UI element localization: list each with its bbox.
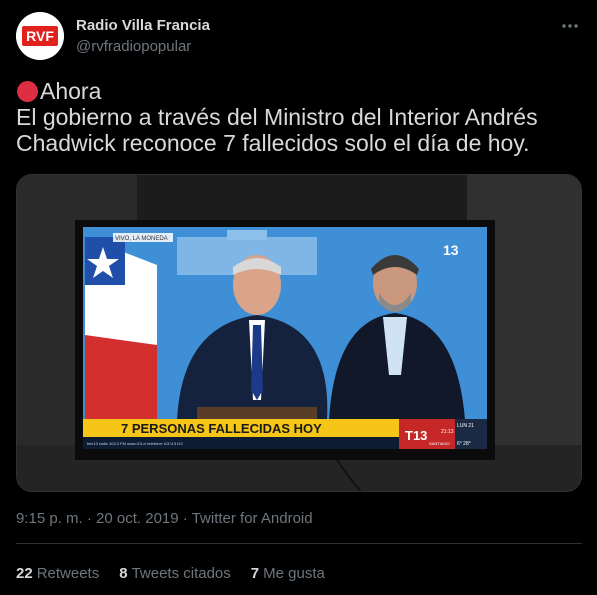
tweet-time[interactable]: 9:15 p. m. [16, 510, 83, 527]
tweet-date[interactable]: 20 oct. 2019 [96, 510, 179, 527]
likes-label: Me gusta [263, 564, 325, 582]
display-name[interactable]: Radio Villa Francia [76, 17, 210, 34]
meta-separator: · [182, 510, 188, 527]
quote-tweets-stat[interactable]: 8 Tweets citados [119, 565, 231, 582]
quotes-label: Tweets citados [131, 564, 231, 582]
city-text: SANTIAGO [429, 441, 450, 446]
network-logo: T13 [405, 428, 427, 443]
temperature-text: 6° 28° [457, 441, 471, 447]
more-options-button[interactable] [558, 14, 582, 38]
live-location-label: VIVO, LA MONEDA [115, 236, 168, 242]
tweet-header: RVF Radio Villa Francia @rvfradiopopular [16, 12, 582, 62]
user-handle[interactable]: @rvfradiopopular [76, 38, 191, 55]
tweet-text-line-1: Ahora [40, 78, 102, 104]
clock-text: 21:13 [441, 429, 454, 435]
retweets-label: Retweets [36, 564, 100, 582]
divider [16, 543, 582, 544]
tweet-media-photo[interactable]: VIVO, LA MONEDA 13 7 PERSONAS FALLECIDAS… [16, 174, 582, 492]
likes-count: 7 [250, 564, 260, 582]
tweet-text-line-3: Chadwick reconoce 7 fallecidos solo el d… [16, 130, 530, 156]
meta-separator: · [86, 510, 92, 527]
tweet-text-line-2: El gobierno a través del Ministro del In… [16, 104, 538, 130]
avatar-logo-text: RVF [26, 28, 54, 44]
retweets-stat[interactable]: 22 Retweets [16, 565, 99, 582]
news-banner-text: 7 PERSONAS FALLECIDAS HOY [121, 421, 322, 436]
channel-logo: 13 [443, 242, 459, 258]
ticker-text: tele13 radio 103.3 FM www.t13.cl teletre… [87, 441, 183, 446]
tweet-meta: 9:15 p. m. · 20 oct. 2019 · Twitter for … [16, 510, 313, 527]
tweet-stats: 22 Retweets 8 Tweets citados 7 Me gusta [16, 556, 345, 590]
avatar[interactable]: RVF [16, 12, 64, 60]
date-badge: LUN 21 [457, 423, 474, 429]
red-circle-emoji-icon [17, 81, 38, 102]
tweet-text: Ahora El gobierno a través del Ministro … [16, 78, 582, 156]
tweet-source[interactable]: Twitter for Android [192, 510, 313, 527]
quotes-count: 8 [119, 564, 128, 582]
more-icon [562, 24, 578, 28]
likes-stat[interactable]: 7 Me gusta [251, 565, 325, 582]
retweets-count: 22 [16, 564, 33, 582]
